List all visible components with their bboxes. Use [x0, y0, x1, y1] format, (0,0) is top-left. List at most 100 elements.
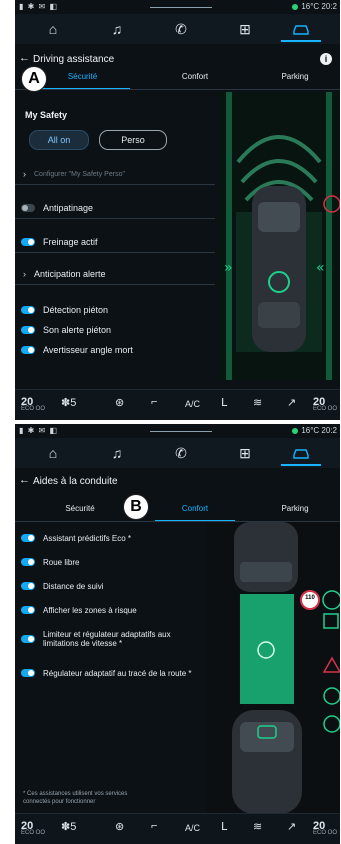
- list-item-label: Avertisseur angle mort: [43, 345, 133, 355]
- list-item-roue-libre[interactable]: Roue libre: [15, 552, 215, 572]
- list-item-label: Freinage actif: [43, 237, 98, 247]
- temp-right[interactable]: 20 ECO OO: [313, 396, 337, 412]
- fan-icon: ✽: [61, 397, 71, 409]
- list-item-distance[interactable]: Distance de suivi: [15, 576, 215, 596]
- chevron-right-icon: ›: [23, 269, 26, 279]
- tab-parking[interactable]: Parking: [255, 72, 335, 88]
- ac-button[interactable]: A/C: [185, 399, 200, 409]
- tab-confort[interactable]: Confort: [160, 72, 230, 88]
- perso-button[interactable]: Perso: [99, 130, 167, 150]
- car-top-view-illustration: » «: [218, 92, 340, 380]
- steering-heat-icon[interactable]: ⊛: [115, 396, 124, 409]
- toggle-switch[interactable]: [21, 346, 35, 354]
- eco-label: ECO OO: [21, 830, 46, 836]
- list-item-son[interactable]: Son alerte piéton: [15, 320, 215, 340]
- toggle-switch[interactable]: [21, 306, 35, 314]
- tab-securite[interactable]: Sécurité: [35, 72, 130, 90]
- screen-aides-conduite: ▮ ✱ ✉ ◧ 16°C 20:2 ⌂ ♫ ✆ ⊞ ← Aides à la c…: [15, 424, 340, 844]
- status-text: 16°C 20:2: [301, 426, 337, 435]
- toggle-switch[interactable]: [21, 558, 35, 566]
- back-arrow-icon[interactable]: ←: [19, 52, 30, 64]
- fan-speed[interactable]: ✽5: [61, 396, 76, 409]
- fan-speed[interactable]: ✽5: [61, 820, 76, 833]
- car-top-view-illustration: [206, 522, 340, 814]
- ac-button[interactable]: A/C: [185, 823, 200, 833]
- toggle-switch[interactable]: [21, 534, 35, 542]
- toggle-switch[interactable]: [21, 204, 35, 212]
- list-item-label: Son alerte piéton: [43, 325, 112, 335]
- svg-text:«: «: [316, 260, 325, 276]
- list-item-label: Roue libre: [43, 557, 80, 567]
- page-header: ← Driving assistance i: [15, 52, 340, 70]
- climate-bar: 20 ECO OO ✽5 ⊛ ⌐ A/C ᒪ ≋ ↗ 20 ECO OO: [15, 389, 340, 420]
- apps-grid-icon[interactable]: ⊞: [225, 442, 265, 464]
- toggle-switch[interactable]: [21, 582, 35, 590]
- toggle-switch[interactable]: [21, 635, 35, 643]
- list-item-antipatinage[interactable]: Antipatinage: [15, 198, 215, 219]
- list-item-limiteur[interactable]: Limiteur et régulateur adaptatifs aux li…: [15, 624, 215, 654]
- page-title: Aides à la conduite: [33, 476, 118, 487]
- list-item-label: Afficher les zones à risque: [43, 605, 137, 615]
- list-item-detection[interactable]: Détection piéton: [15, 300, 215, 320]
- fan-icon: ✽: [61, 821, 71, 833]
- seat-heat-icon[interactable]: ⌐: [151, 820, 157, 832]
- screen-driving-assistance: ▮ ✱ ✉ ◧ 16°C 20:2 ⌂ ♫ ✆ ⊞ ← Driving assi…: [15, 0, 340, 420]
- list-item-label: Anticipation alerte: [34, 269, 106, 279]
- music-icon[interactable]: ♫: [97, 442, 137, 464]
- eco-label: ECO OO: [313, 830, 338, 836]
- toggle-switch[interactable]: [21, 669, 35, 677]
- list-item-avertisseur[interactable]: Avertisseur angle mort: [15, 340, 215, 360]
- seat-heat-right-icon[interactable]: ᒪ: [221, 820, 227, 833]
- windshield-icon[interactable]: ≋: [253, 396, 262, 409]
- phone-icon[interactable]: ✆: [161, 18, 201, 40]
- temp-right[interactable]: 20 ECO OO: [313, 820, 337, 836]
- list-item-eco[interactable]: Assistant prédictifs Eco *: [15, 528, 215, 548]
- home-icon[interactable]: ⌂: [33, 18, 73, 40]
- seat-heat-icon[interactable]: ⌐: [151, 396, 157, 408]
- temp-left[interactable]: 20 ECO OO: [21, 820, 45, 836]
- configurer-row[interactable]: › Configurer "My Safety Perso": [15, 164, 215, 185]
- list-item-freinage[interactable]: Freinage actif: [15, 232, 215, 253]
- fan-auto-icon[interactable]: ↗: [287, 396, 296, 409]
- status-bar: ▮ ✱ ✉ ◧ 16°C 20:2: [15, 424, 340, 438]
- list-item-label: Régulateur adaptatif au tracé de la rout…: [43, 668, 192, 678]
- climate-bar: 20 ECO OO ✽5 ⊛ ⌐ A/C ᒪ ≋ ↗ 20 ECO OO: [15, 813, 340, 844]
- list-item-anticipation[interactable]: › Anticipation alerte: [15, 264, 215, 285]
- home-icon[interactable]: ⌂: [33, 442, 73, 464]
- list-item-zones[interactable]: Afficher les zones à risque: [15, 600, 215, 620]
- fan-auto-icon[interactable]: ↗: [287, 820, 296, 833]
- phone-icon[interactable]: ✆: [161, 442, 201, 464]
- section-title: My Safety: [25, 110, 68, 120]
- eco-label: ECO OO: [21, 406, 46, 412]
- all-on-button[interactable]: All on: [29, 130, 89, 150]
- status-bar: ▮ ✱ ✉ ◧ 16°C 20:2: [15, 0, 340, 14]
- toggle-switch[interactable]: [21, 326, 35, 334]
- list-item-regulateur[interactable]: Régulateur adaptatif au tracé de la rout…: [15, 658, 215, 688]
- top-nav: ⌂ ♫ ✆ ⊞: [15, 438, 340, 468]
- callout-label: B: [123, 494, 149, 520]
- car-icon[interactable]: [281, 18, 321, 42]
- toggle-switch[interactable]: [21, 606, 35, 614]
- toggle-switch[interactable]: [21, 238, 35, 246]
- tab-confort[interactable]: Confort: [155, 504, 235, 522]
- temp-left[interactable]: 20 ECO OO: [21, 396, 45, 412]
- status-icons: ▮ ✱ ✉ ◧: [19, 426, 59, 435]
- speed-limit-badge: 110: [305, 595, 315, 601]
- apps-grid-icon[interactable]: ⊞: [225, 18, 265, 40]
- steering-heat-icon[interactable]: ⊛: [115, 820, 124, 833]
- music-icon[interactable]: ♫: [97, 18, 137, 40]
- back-arrow-icon[interactable]: ←: [19, 474, 30, 486]
- eco-label: ECO OO: [313, 406, 338, 412]
- info-icon[interactable]: i: [320, 53, 332, 65]
- tab-parking[interactable]: Parking: [255, 504, 335, 520]
- status-text: 16°C 20:2: [301, 2, 337, 11]
- status-icons: ▮ ✱ ✉ ◧: [19, 2, 59, 11]
- car-icon[interactable]: [281, 442, 321, 466]
- footnote-text: * Ces assistances utilisent vos services…: [23, 791, 128, 805]
- tab-securite[interactable]: Sécurité: [35, 504, 125, 520]
- seat-heat-right-icon[interactable]: ᒪ: [221, 396, 227, 409]
- list-item-label: Distance de suivi: [43, 581, 104, 591]
- list-item-label: Assistant prédictifs Eco *: [43, 533, 132, 543]
- car-visualization: 110: [206, 522, 340, 814]
- windshield-icon[interactable]: ≋: [253, 820, 262, 833]
